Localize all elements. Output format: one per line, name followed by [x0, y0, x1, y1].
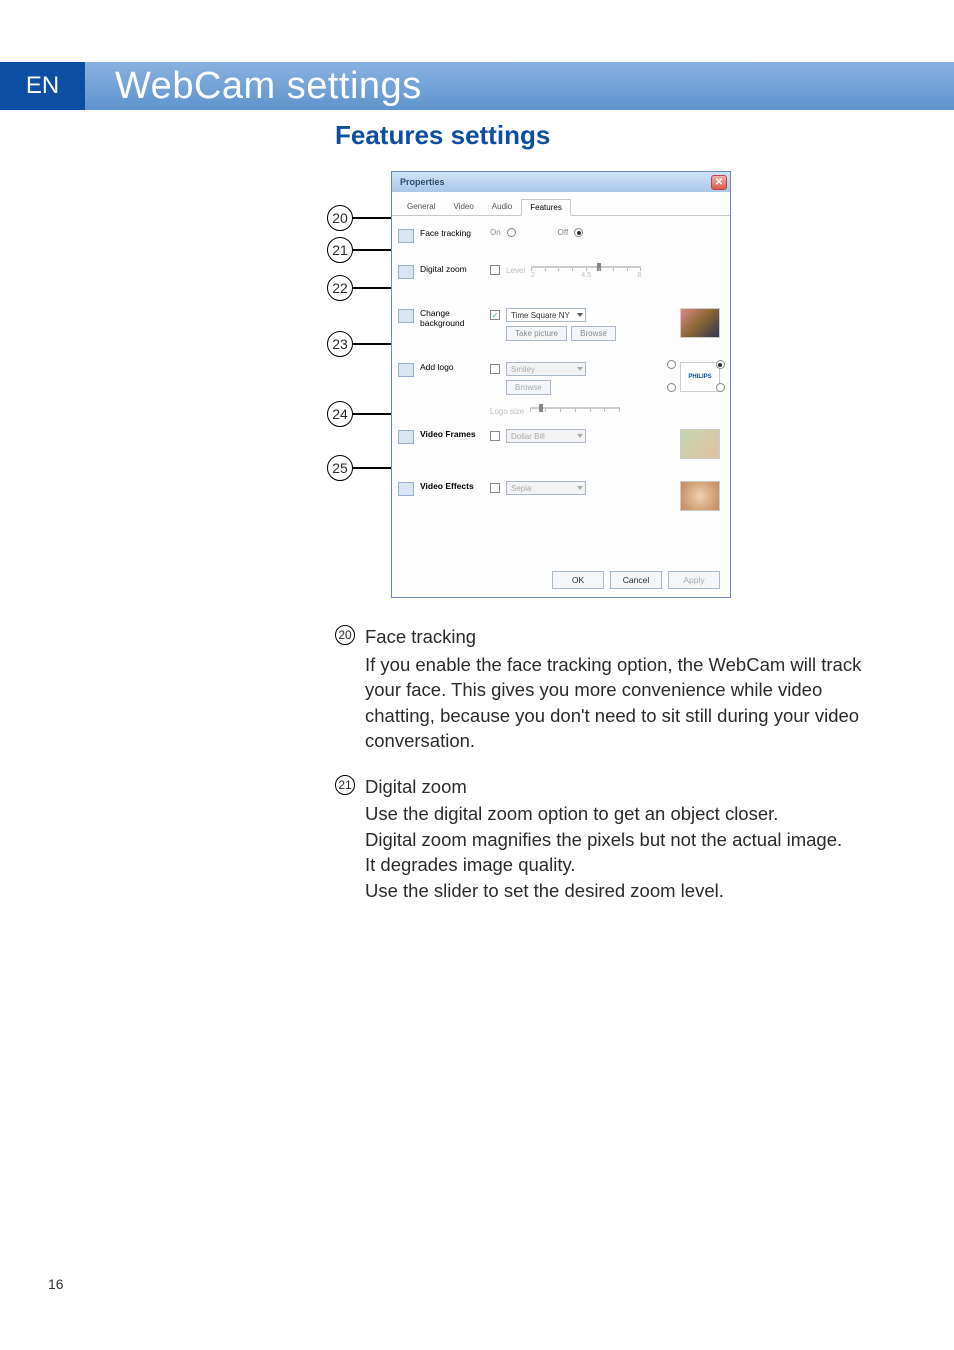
effects-icon	[398, 482, 414, 496]
dialog-title: Properties	[400, 177, 445, 187]
cancel-button[interactable]: Cancel	[610, 571, 662, 589]
logo-pos-right[interactable]	[715, 360, 725, 392]
properties-dialog: Properties ✕ General Video Audio Feature…	[391, 171, 731, 598]
logo-select[interactable]: Smiley	[506, 362, 586, 376]
digital-zoom-label: Digital zoom	[420, 264, 490, 274]
video-frames-label: Video Frames	[420, 429, 490, 439]
face-off-radio[interactable]	[574, 228, 583, 237]
digital-zoom-text-4: Use the slider to set the desired zoom l…	[365, 878, 894, 904]
ok-button[interactable]: OK	[552, 571, 604, 589]
face-tracking-label: Face tracking	[420, 228, 490, 238]
digital-zoom-heading: Digital zoom	[365, 774, 894, 800]
zoom-icon	[398, 265, 414, 279]
add-logo-label: Add logo	[420, 362, 490, 372]
tab-general[interactable]: General	[398, 198, 444, 215]
close-icon[interactable]: ✕	[711, 175, 727, 190]
apply-button[interactable]: Apply	[668, 571, 720, 589]
digital-zoom-text-2: Digital zoom magnifies the pixels but no…	[365, 827, 894, 853]
bg-select[interactable]: Time Square NY	[506, 308, 586, 322]
logo-size-slider[interactable]	[530, 405, 620, 417]
bg-checkbox[interactable]	[490, 310, 500, 320]
face-tracking-text: If you enable the face tracking option, …	[365, 652, 894, 754]
frames-checkbox[interactable]	[490, 431, 500, 441]
logo-browse-button[interactable]: Browse	[506, 380, 551, 395]
language-badge: EN	[0, 62, 85, 110]
face-tracking-icon	[398, 229, 414, 243]
frames-preview-image	[680, 429, 720, 459]
page-number: 16	[48, 1276, 64, 1292]
logo-preview-image: PHILIPS	[680, 362, 720, 392]
change-background-label: Change background	[420, 308, 490, 328]
logo-pos-left[interactable]	[666, 360, 676, 392]
background-icon	[398, 309, 414, 323]
tabs: General Video Audio Features	[392, 192, 730, 216]
take-picture-button[interactable]: Take picture	[506, 326, 567, 341]
on-label: On	[490, 228, 501, 237]
tab-audio[interactable]: Audio	[483, 198, 521, 215]
section-title: Features settings	[335, 120, 894, 151]
logo-checkbox[interactable]	[490, 364, 500, 374]
frames-icon	[398, 430, 414, 444]
dialog-titlebar: Properties ✕	[392, 172, 730, 192]
frames-select[interactable]: Dollar Bill	[506, 429, 586, 443]
tab-features[interactable]: Features	[521, 199, 571, 216]
face-on-radio[interactable]	[507, 228, 516, 237]
zoom-level-label: Level	[506, 266, 525, 275]
effects-preview-image	[680, 481, 720, 511]
zoom-slider[interactable]: 24.58	[531, 264, 641, 276]
video-effects-label: Video Effects	[420, 481, 490, 491]
tab-video[interactable]: Video	[444, 198, 482, 215]
zoom-checkbox[interactable]	[490, 265, 500, 275]
face-tracking-heading: Face tracking	[365, 624, 894, 650]
callout-number-21: 21	[335, 774, 365, 904]
bg-browse-button[interactable]: Browse	[571, 326, 616, 341]
effects-checkbox[interactable]	[490, 483, 500, 493]
callout-number-20: 20	[335, 624, 365, 754]
effects-select[interactable]: Sepia	[506, 481, 586, 495]
digital-zoom-text-1: Use the digital zoom option to get an ob…	[365, 801, 894, 827]
logo-icon	[398, 363, 414, 377]
page-header: WebCam settings	[85, 62, 954, 110]
off-label: Off	[558, 228, 569, 237]
logo-size-label: Logo size	[490, 407, 524, 416]
digital-zoom-text-3: It degrades image quality.	[365, 852, 894, 878]
bg-preview-image	[680, 308, 720, 338]
